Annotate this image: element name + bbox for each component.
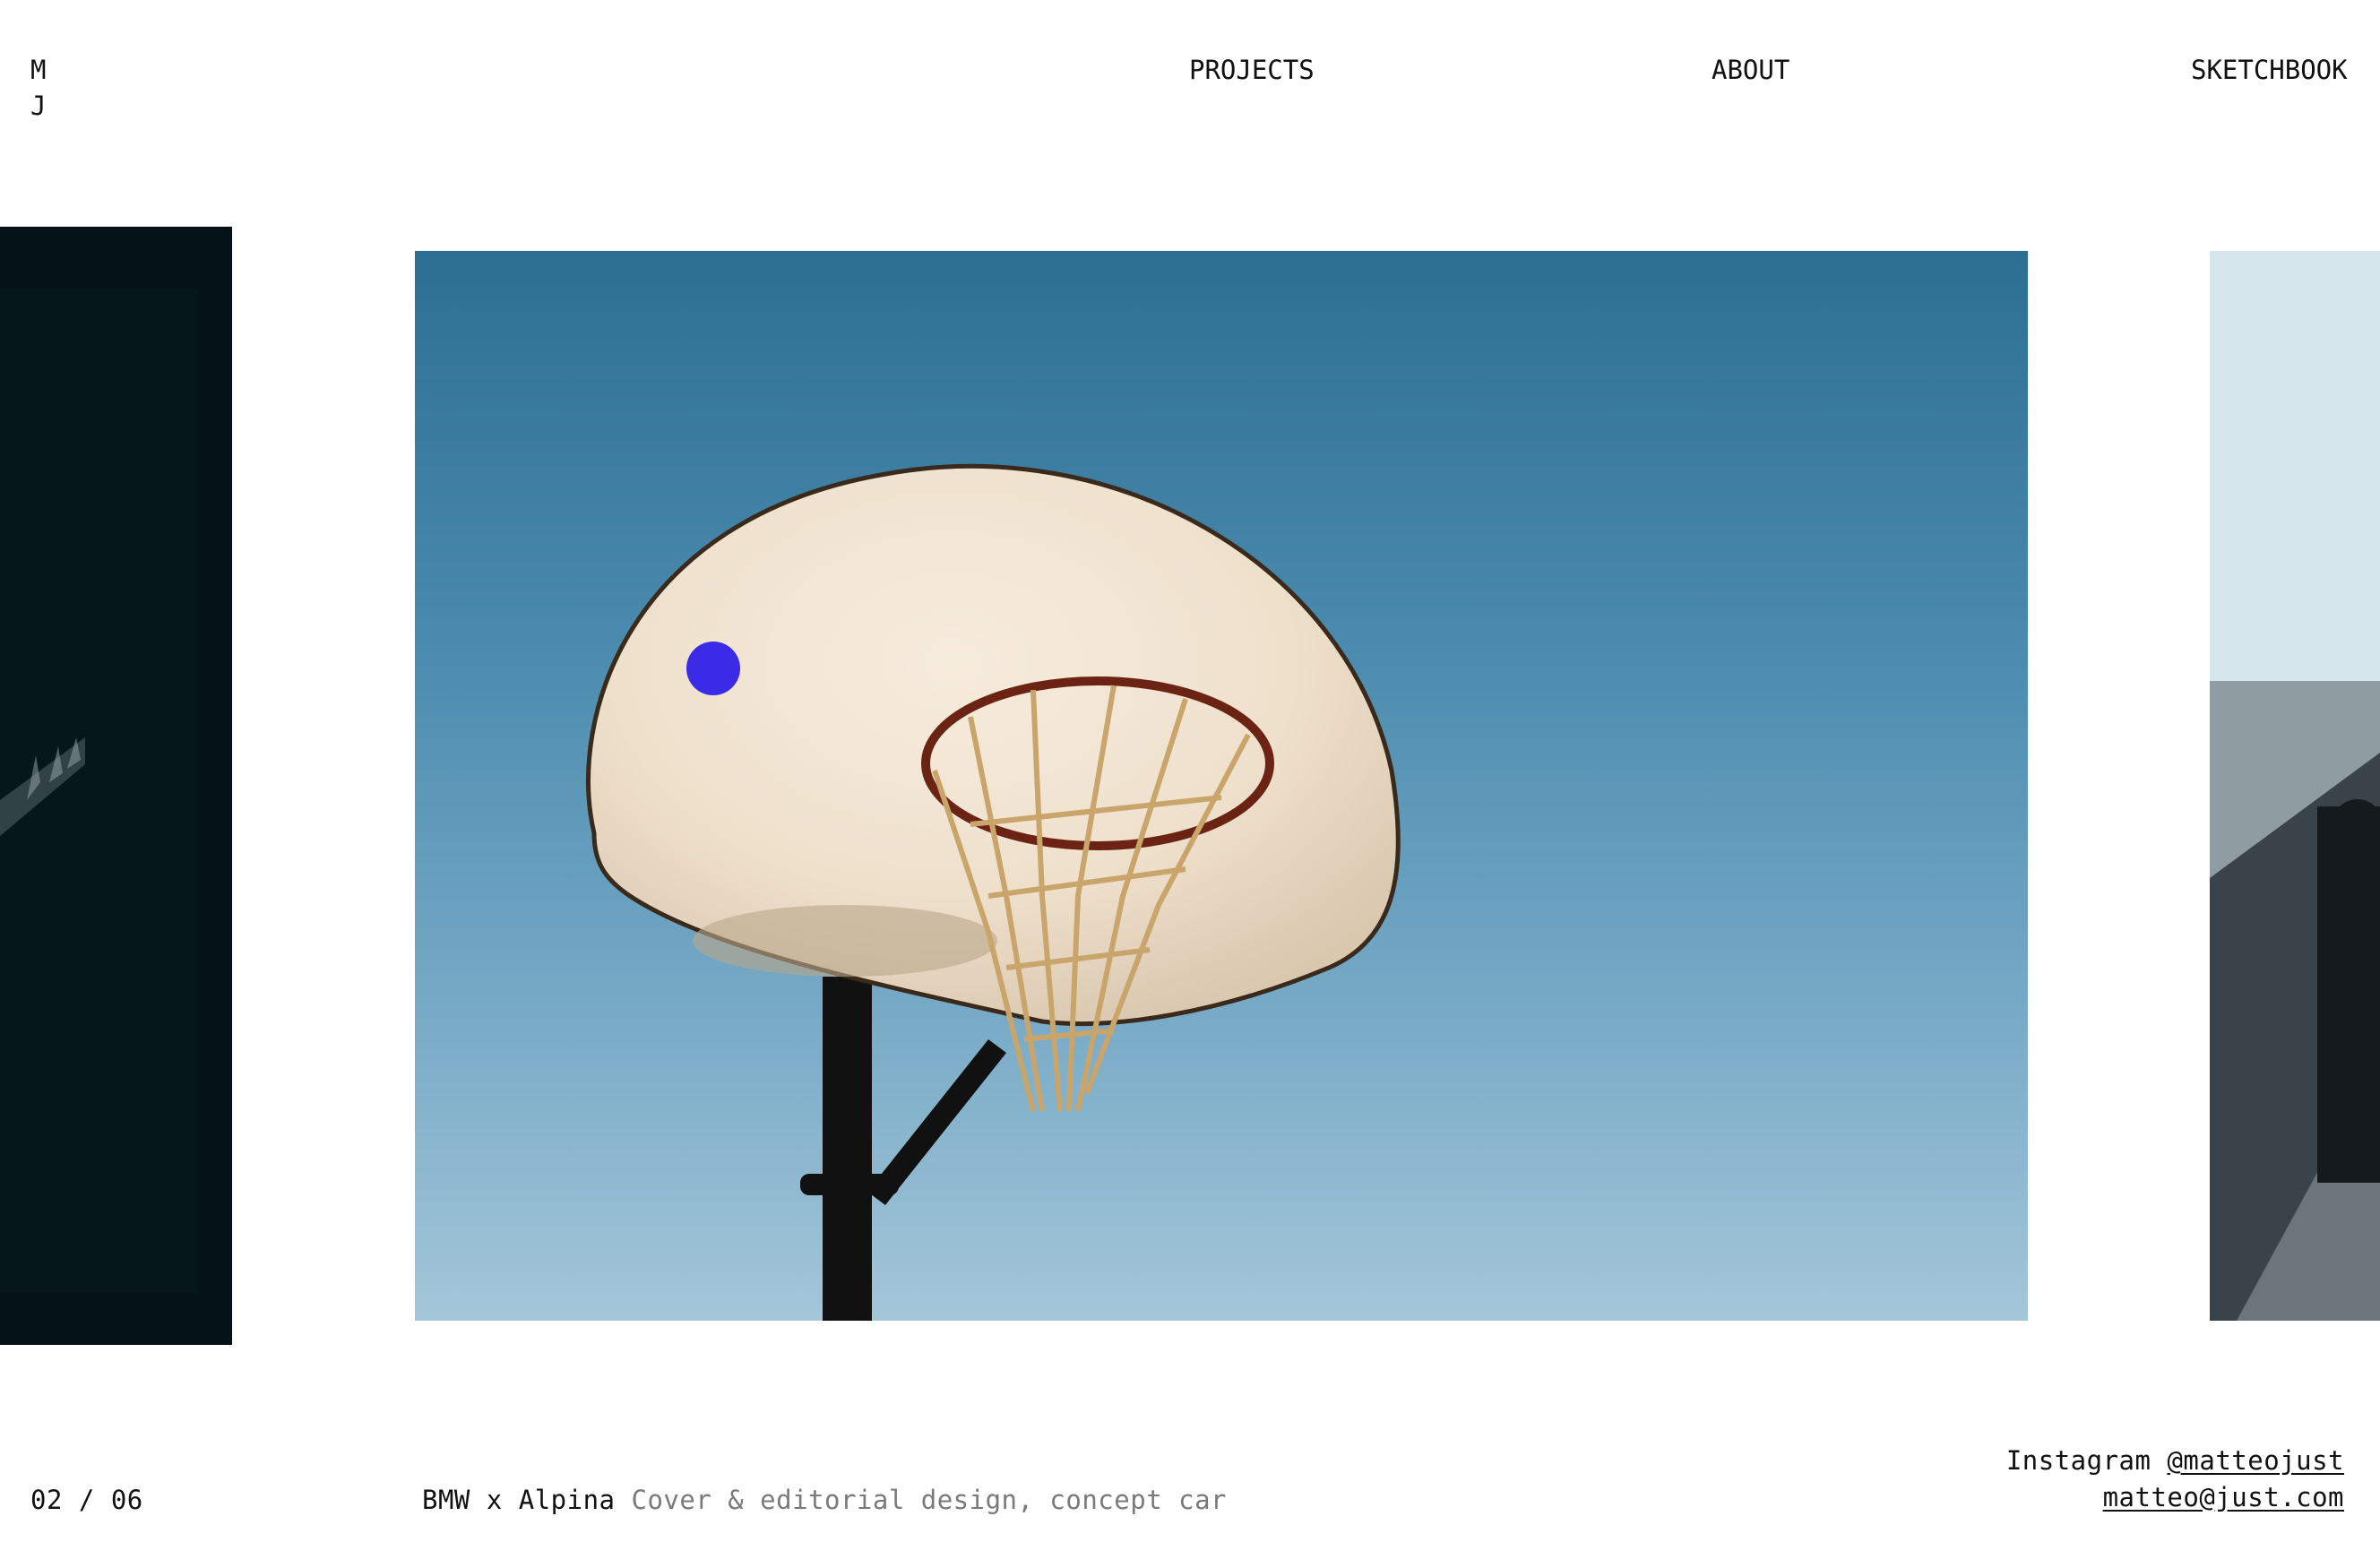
- previous-slide-image[interactable]: [0, 227, 232, 1345]
- next-slide-image[interactable]: [2210, 251, 2380, 1321]
- instagram-line: Instagram @matteojust: [2006, 1443, 2344, 1479]
- contact-info: Instagram @matteojust matteo@just.com: [2006, 1443, 2344, 1515]
- current-slide-image[interactable]: [415, 251, 2028, 1321]
- instagram-link[interactable]: @matteojust: [2167, 1445, 2344, 1476]
- counter-total: 06: [110, 1485, 143, 1515]
- dark-photo-graphic: [0, 227, 232, 1345]
- counter-separator: /: [78, 1485, 95, 1515]
- nav-projects[interactable]: PROJECTS: [1189, 52, 1315, 88]
- project-caption[interactable]: BMW x Alpina Cover & editorial design, c…: [422, 1482, 1227, 1519]
- instagram-label: Instagram: [2005, 1445, 2151, 1476]
- slide-counter: 02 / 06: [30, 1482, 143, 1519]
- escalator-photo-graphic: [2210, 251, 2380, 1321]
- cursor-dot: [686, 642, 740, 695]
- email-link[interactable]: matteo@just.com: [2103, 1482, 2344, 1512]
- counter-current: 02: [30, 1485, 63, 1515]
- basketball-hoop-photo: [586, 463, 1401, 1321]
- nav-about[interactable]: ABOUT: [1712, 52, 1789, 88]
- project-title: BMW x Alpina: [422, 1485, 616, 1515]
- logo-letter-m: M: [30, 55, 47, 85]
- email-line: matteo@just.com: [2006, 1479, 2344, 1516]
- nav-sketchbook[interactable]: SKETCHBOOK: [2191, 52, 2348, 88]
- project-description: Cover & editorial design, concept car: [631, 1485, 1227, 1515]
- logo-letter-j: J: [30, 90, 47, 121]
- site-logo[interactable]: M J: [30, 52, 46, 124]
